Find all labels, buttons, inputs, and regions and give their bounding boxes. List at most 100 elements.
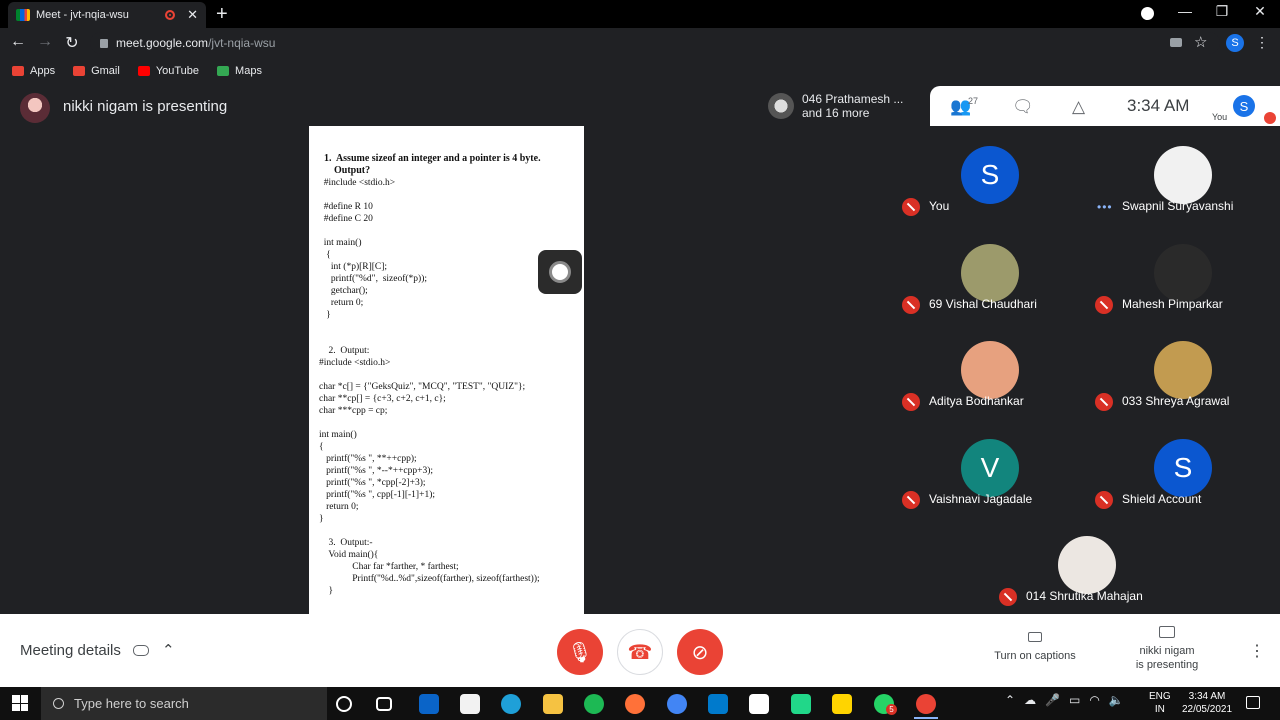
bookmark-apps[interactable]: Apps (12, 65, 55, 77)
presenting-button[interactable]: nikki nigam is presenting (1124, 626, 1210, 672)
chevron-up-icon[interactable]: ⌃ (1005, 693, 1015, 707)
browser-tab[interactable]: Meet - jvt-nqia-wsu ✕ (8, 2, 206, 28)
apps-icon (12, 65, 24, 76)
explorer-icon[interactable] (543, 694, 563, 714)
participant-avatar (961, 243, 1019, 302)
store-icon[interactable] (460, 694, 480, 714)
participant-tile[interactable]: 014 Shrutika Mahajan (991, 516, 1184, 613)
camera-off-button[interactable]: ⊘ (677, 629, 723, 675)
chat-icon[interactable]: 🗨 (1012, 97, 1034, 117)
address-bar[interactable]: meet.google.com/jvt-nqia-wsu (90, 32, 1220, 54)
participant-tile[interactable]: S Shield Account (1087, 419, 1280, 516)
document-line: #include <stdio.h> (319, 358, 391, 368)
self-avatar[interactable]: S (1233, 95, 1255, 117)
forward-button[interactable]: → (35, 33, 55, 51)
document-line: 2. Output: (319, 346, 370, 356)
task-view-icon[interactable] (376, 697, 392, 711)
participant-avatar (1058, 536, 1116, 594)
document-line: printf("%s ", *--*++cpp+3); (319, 466, 434, 476)
windows-start-button[interactable] (12, 695, 28, 711)
activities-icon[interactable]: △ (1072, 97, 1085, 117)
lock-icon (100, 38, 108, 48)
captions-button[interactable]: Turn on captions (985, 632, 1085, 662)
leave-call-button[interactable]: ☎ (617, 629, 663, 675)
participant-tile[interactable]: 69 Vishal Chaudhari (894, 224, 1087, 321)
document-line: int main() (319, 430, 357, 440)
meeting-details-button[interactable]: Meeting details (20, 642, 121, 659)
volume-icon[interactable]: 🔈 (1109, 693, 1124, 707)
participant-name: 033 Shreya Agrawal (1122, 394, 1230, 408)
camera-in-use-icon[interactable] (1170, 38, 1182, 47)
participant-grid: S You Swapnil Suryavanshi ••• 69 Vishal Chau… (894, 126, 1280, 516)
mic-off-icon (902, 198, 920, 216)
document-line (319, 321, 584, 333)
firefox-icon[interactable] (625, 694, 645, 714)
document-line (319, 417, 584, 429)
wifi-icon[interactable]: ◠ (1089, 693, 1099, 707)
account-avatar[interactable]: S (1226, 34, 1244, 52)
chevron-up-icon[interactable]: ⌃ (162, 641, 175, 659)
reload-button[interactable]: ↻ (62, 33, 82, 53)
document-line (319, 333, 584, 345)
browser-menu-icon[interactable]: ⋮ (1255, 34, 1269, 51)
tab-title: Meet - jvt-nqia-wsu (36, 9, 129, 21)
language-indicator[interactable]: ENG IN (1149, 690, 1171, 716)
bookmark-star-icon[interactable]: ☆ (1194, 33, 1207, 51)
battery-icon[interactable]: ▭ (1069, 693, 1080, 707)
pycharm-icon[interactable] (791, 694, 811, 714)
you-label: You (1212, 112, 1228, 122)
microphone-icon[interactable]: 🎤 (1045, 693, 1060, 707)
participant-tile[interactable]: Swapnil Suryavanshi ••• (1087, 126, 1280, 223)
participant-tile[interactable]: Mahesh Pimparkar (1087, 224, 1280, 321)
chrome-active-icon[interactable] (914, 694, 938, 719)
word-viewer-icon[interactable] (749, 694, 769, 714)
new-tab-button[interactable]: + (216, 3, 228, 26)
notifications-icon[interactable] (1246, 696, 1260, 709)
taskbar-search[interactable]: Type here to search (41, 687, 327, 720)
people-count: 27 (968, 96, 979, 106)
bookmark-label: Apps (30, 64, 56, 77)
chrome-icon[interactable] (667, 694, 687, 714)
cortana-icon[interactable] (336, 696, 352, 712)
document-line: int main() (319, 238, 362, 248)
close-tab-icon[interactable]: ✕ (187, 7, 198, 23)
mail-icon[interactable] (419, 694, 439, 714)
participant-tile[interactable]: 033 Shreya Agrawal (1087, 321, 1280, 418)
close-window-button[interactable]: ✕ (1245, 3, 1275, 20)
url-path: /jvt-nqia-wsu (208, 36, 276, 50)
participant-avatar: S (961, 146, 1019, 204)
url-host: meet.google.com (116, 36, 209, 50)
minimize-button[interactable]: — (1170, 3, 1200, 19)
cloud-icon[interactable]: ☁ (1024, 693, 1036, 707)
sticky-notes-icon[interactable] (832, 694, 852, 714)
system-tray[interactable]: ⌃ ☁ 🎤 ▭ ◠ 🔈 (1005, 693, 1124, 707)
participant-tile[interactable]: V Vaishnavi Jagadale (894, 419, 1087, 516)
participant-name: Vaishnavi Jagadale (929, 491, 1033, 506)
bookmark-maps[interactable]: Maps (217, 65, 262, 77)
participant-avatar (768, 93, 794, 119)
bookmark-youtube[interactable]: YouTube (137, 65, 199, 77)
vscode-icon[interactable] (708, 694, 728, 714)
pointer-button[interactable] (538, 250, 582, 294)
meet-clock: 3:34 AM (1127, 96, 1190, 115)
document-line: #include <stdio.h> (319, 178, 396, 188)
taskbar-date: 22/05/2021 (1181, 704, 1233, 715)
participant-grid-overflow: 014 Shrutika Mahajan (991, 516, 1184, 614)
edge-icon[interactable] (501, 694, 521, 714)
participant-tile[interactable]: Aditya Bodhankar (894, 321, 1087, 418)
bookmark-gmail[interactable]: Gmail (73, 65, 120, 77)
spotify-icon[interactable] (584, 694, 604, 714)
whatsapp-icon[interactable]: 5 (874, 694, 897, 715)
participant-tile[interactable]: S You (894, 126, 1087, 223)
participant-name: Swapnil Suryavanshi (1122, 199, 1234, 213)
back-button[interactable]: ← (8, 33, 28, 51)
taskbar-clock[interactable]: 3:34 AM 22/05/2021 (1178, 690, 1236, 716)
more-options-icon[interactable]: ⋮ (1249, 641, 1265, 661)
microphone-off-button[interactable]: 🎙 (557, 629, 603, 675)
maximize-button[interactable]: ❐ (1207, 3, 1237, 20)
tab-search-icon[interactable] (1141, 7, 1154, 20)
meet-top-controls: 👥 27 🗨 △ 3:34 AM You S (930, 86, 1280, 126)
participants-joined-popup[interactable]: 046 Prathamesh ... and 16 more (762, 86, 930, 126)
document-line: return 0; (319, 298, 364, 308)
circle-icon (549, 261, 571, 283)
